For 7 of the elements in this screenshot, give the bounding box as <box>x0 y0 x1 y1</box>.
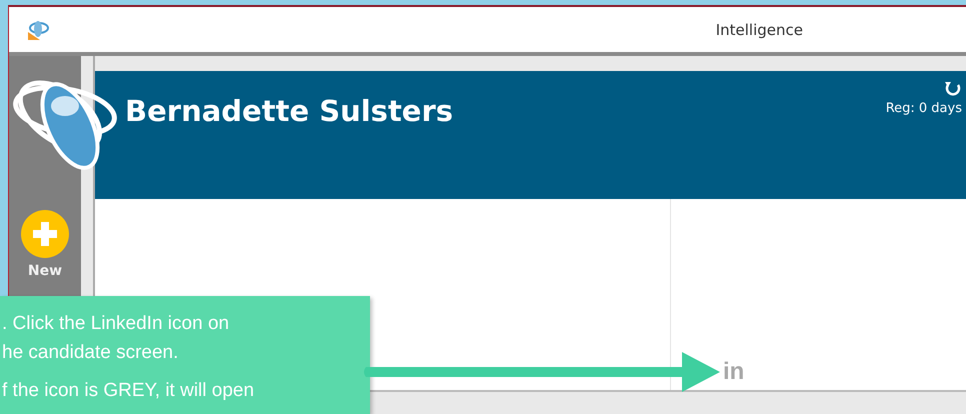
window-title: Intelligence <box>716 20 803 38</box>
tooltip-text: . Click the LinkedIn icon on he candidate screen. <box>2 312 230 365</box>
registration-text: Reg: 0 days <box>886 101 962 116</box>
new-button[interactable]: New <box>16 209 74 279</box>
candidate-name: Bernadette Sulsters <box>125 94 454 128</box>
linkedin-link[interactable]: in <box>723 358 744 386</box>
tooltip-text: f the icon is GREY, it will open <box>2 379 256 403</box>
